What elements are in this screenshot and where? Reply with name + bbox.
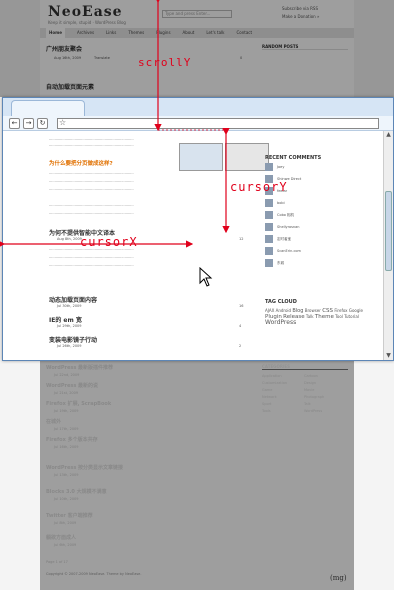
cursorx-label: cursorX [80, 235, 138, 249]
cursory-label: cursorY [230, 180, 288, 194]
annotation-layer [0, 0, 230, 248]
scrolly-label: scrollY [138, 56, 192, 69]
